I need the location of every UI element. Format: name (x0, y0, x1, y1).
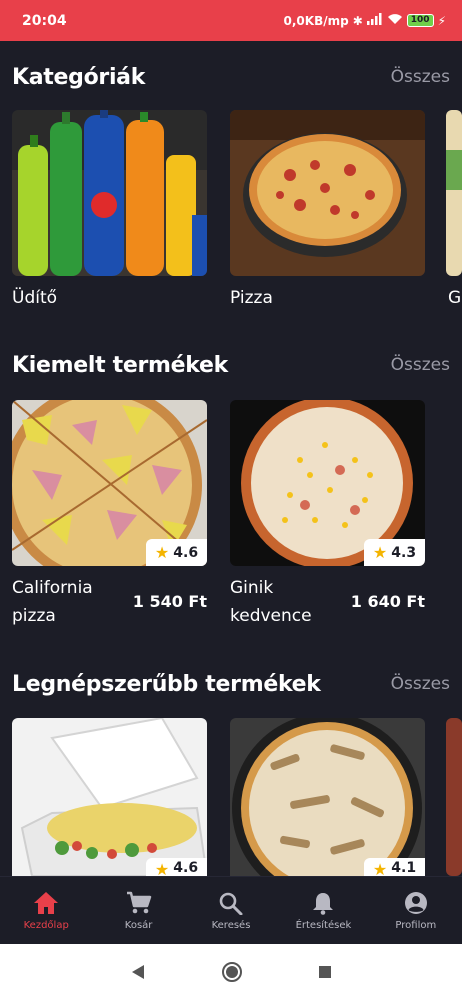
product-price-california-pizza: 1 540 Ft (132, 592, 207, 611)
recents-icon[interactable] (318, 965, 332, 979)
nav-item-home[interactable]: Kezdőlap (0, 877, 92, 944)
wifi-icon (387, 13, 403, 28)
popular-title: Legnépszerűbb termékek (12, 671, 321, 697)
featured-header: Kiemelt termékek Összes (12, 348, 450, 382)
home-icon (34, 891, 59, 914)
back-icon[interactable] (130, 964, 146, 980)
popular-product-1-image (12, 718, 207, 876)
rating-badge: ★ 4.6 (146, 858, 207, 876)
product-card-popular-1[interactable]: ★ 4.6 (12, 718, 207, 876)
system-navigation-bar (0, 944, 462, 1000)
partial-category-image (446, 110, 462, 276)
product-name-ginik-kedvence: Ginik kedvence (230, 578, 312, 626)
rating-value: 4.3 (391, 544, 417, 561)
product-card-california-pizza[interactable]: ★ 4.6 (12, 400, 207, 566)
popular-all-link[interactable]: Összes (391, 674, 450, 694)
categories-all-link[interactable]: Összes (391, 67, 450, 87)
bell-icon (313, 892, 334, 915)
categories-header: Kategóriák Összes (12, 60, 450, 94)
soft-drinks-image (12, 110, 207, 276)
rating-badge: ★ 4.6 (146, 539, 207, 566)
category-card-partial[interactable] (446, 110, 462, 276)
nav-item-search[interactable]: Keresés (185, 877, 277, 944)
home-button-icon[interactable] (221, 961, 243, 983)
nav-item-cart[interactable]: Kosár (92, 877, 184, 944)
nav-item-notifications[interactable]: Értesítések (277, 877, 369, 944)
nav-label-home: Kezdőlap (23, 919, 69, 931)
categories-title: Kategóriák (12, 64, 146, 90)
category-card-pizza[interactable] (230, 110, 425, 276)
rating-value: 4.1 (391, 860, 417, 876)
product-card-ginik-kedvence[interactable]: ★ 4.3 (230, 400, 425, 566)
search-icon (219, 892, 243, 915)
status-time: 20:04 (22, 12, 67, 29)
featured-all-link[interactable]: Összes (391, 355, 450, 375)
category-label-soft-drinks: Üdítő (12, 288, 58, 308)
category-label-pizza: Pizza (230, 288, 273, 308)
product-card-popular-2[interactable]: ★ 4.1 (230, 718, 425, 876)
profile-icon (404, 891, 427, 914)
status-bar: 20:04 0,0KB/mp ✱ 100 ⚡ (0, 0, 462, 41)
charging-icon: ⚡ (437, 13, 446, 28)
pizza-category-image (230, 110, 425, 276)
star-icon: ★ (372, 860, 388, 876)
nav-label-search: Keresés (211, 919, 251, 931)
star-icon: ★ (154, 860, 170, 876)
battery-icon: 100 (406, 14, 434, 27)
status-indicators: 0,0KB/mp ✱ 100 ⚡ (284, 13, 446, 28)
bottom-navigation: Kezdőlap Kosár Keresés Értesítések Profi… (0, 876, 462, 944)
featured-title: Kiemelt termékek (12, 352, 228, 378)
rating-badge: ★ 4.1 (364, 858, 425, 876)
star-icon: ★ (154, 543, 170, 562)
popular-product-2-image (230, 718, 425, 876)
category-card-soft-drinks[interactable] (12, 110, 207, 276)
nav-label-cart: Kosár (124, 919, 153, 931)
cart-icon (126, 891, 151, 913)
rating-value: 4.6 (173, 544, 199, 561)
rating-value: 4.6 (173, 860, 199, 876)
popular-partial-image (446, 718, 462, 876)
network-speed: 0,0KB/mp (283, 13, 349, 28)
bluetooth-icon: ✱ (352, 13, 363, 28)
popular-header: Legnépszerűbb termékek Összes (12, 667, 450, 701)
star-icon: ★ (372, 543, 388, 562)
product-name-california-pizza: California pizza (12, 578, 93, 626)
category-label-partial: G (448, 288, 462, 308)
nav-item-profile[interactable]: Profilom (370, 877, 462, 944)
product-card-popular-partial[interactable] (446, 718, 462, 876)
signal-icon (366, 13, 383, 28)
product-price-ginik-kedvence: 1 640 Ft (350, 592, 425, 611)
rating-badge: ★ 4.3 (364, 539, 425, 566)
nav-label-notifications: Értesítések (295, 919, 352, 931)
nav-label-profile: Profilom (395, 919, 437, 931)
